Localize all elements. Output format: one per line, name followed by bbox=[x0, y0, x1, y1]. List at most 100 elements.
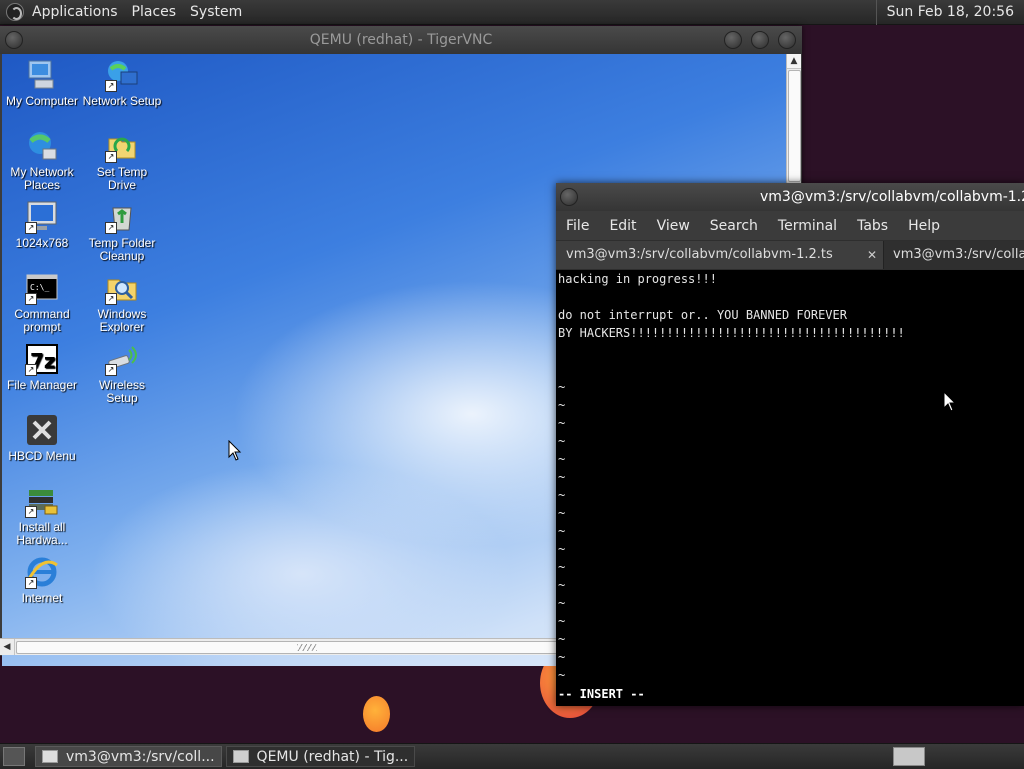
shortcut-arrow-icon: ↗ bbox=[25, 364, 37, 376]
desktop-icon-label: 1024x768 bbox=[15, 236, 69, 250]
menu-edit[interactable]: Edit bbox=[599, 218, 646, 234]
show-desktop-icon[interactable] bbox=[3, 747, 25, 766]
gnome-foot-icon bbox=[6, 3, 24, 21]
desktop-icon-windows-explorer[interactable]: ↗ Windows Explorer bbox=[82, 271, 162, 334]
terminal-titlebar[interactable]: vm3@vm3:/srv/collabvm/collabvm-1.2.ts bbox=[556, 183, 1024, 211]
temp-drive-icon: ↗ bbox=[105, 129, 139, 163]
desktop-icon-label: Temp Folder Cleanup bbox=[88, 236, 156, 263]
terminal-lines: hacking in progress!!! do not interrupt o… bbox=[558, 270, 1024, 684]
terminal-line: ~ bbox=[558, 524, 566, 538]
terminal-line: do not interrupt or.. YOU BANNED FOREVER bbox=[558, 308, 847, 322]
terminal-line: ~ bbox=[558, 596, 566, 610]
menu-help[interactable]: Help bbox=[898, 218, 950, 234]
menu-tabs[interactable]: Tabs bbox=[847, 218, 898, 234]
desktop-icon-network-setup[interactable]: ↗ Network Setup bbox=[82, 58, 162, 108]
qemu-titlebar[interactable]: QEMU (redhat) - TigerVNC bbox=[0, 26, 802, 54]
terminal-line: hacking in progress!!! bbox=[558, 272, 717, 286]
maximize-button[interactable] bbox=[751, 31, 769, 49]
terminal-icon bbox=[42, 750, 58, 763]
hardware-icon: ↗ bbox=[25, 484, 59, 518]
close-button[interactable] bbox=[778, 31, 796, 49]
tab-close-icon[interactable]: ✕ bbox=[865, 241, 879, 269]
minimize-button[interactable] bbox=[724, 31, 742, 49]
places-menu[interactable]: Places bbox=[125, 0, 184, 25]
shortcut-arrow-icon: ↗ bbox=[25, 293, 37, 305]
scroll-left-arrow-icon[interactable]: ◀ bbox=[0, 639, 15, 655]
desktop-icon-label: Install all Hardwa... bbox=[16, 520, 68, 547]
shortcut-arrow-icon: ↗ bbox=[105, 293, 117, 305]
desktop-icon-1024x768[interactable]: ↗ 1024x768 bbox=[2, 200, 82, 250]
menu-file[interactable]: File bbox=[556, 218, 599, 234]
terminal-tab-1[interactable]: vm3@vm3:/srv/collabvm/collabvm-1.2.ts ✕ bbox=[556, 241, 884, 269]
top-panel: Applications Places System Sun Feb 18, 2… bbox=[0, 0, 1024, 25]
desktop-icon-install-all-hardware[interactable]: ↗ Install all Hardwa... bbox=[2, 484, 82, 547]
taskbar-item-qemu[interactable]: QEMU (redhat) - Tig... bbox=[225, 746, 416, 767]
applications-menu[interactable]: Applications bbox=[0, 0, 125, 25]
terminal-line: BY HACKERS!!!!!!!!!!!!!!!!!!!!!!!!!!!!!!… bbox=[558, 326, 905, 340]
terminal-line: ~ bbox=[558, 560, 566, 574]
terminal-line: ~ bbox=[558, 434, 566, 448]
desktop-icon-label: My Computer bbox=[5, 94, 79, 108]
terminal-menubar: File Edit View Search Terminal Tabs Help bbox=[556, 211, 1024, 240]
shortcut-arrow-icon: ↗ bbox=[105, 364, 117, 376]
shortcut-arrow-icon: ↗ bbox=[105, 80, 117, 92]
terminal-tabbar: vm3@vm3:/srv/collabvm/collabvm-1.2.ts ✕ … bbox=[556, 241, 1024, 269]
taskbar-item-terminal[interactable]: vm3@vm3:/srv/coll... bbox=[35, 746, 222, 767]
workspace-switcher-icon[interactable] bbox=[893, 747, 925, 766]
desktop-icon-command-prompt[interactable]: C:\_ ↗ Command prompt bbox=[2, 271, 82, 334]
shortcut-arrow-icon: ↗ bbox=[105, 222, 117, 234]
scroll-grip-icon bbox=[297, 644, 317, 651]
vim-mode-status: -- INSERT -- bbox=[558, 687, 645, 701]
taskbar-item-label: vm3@vm3:/srv/coll... bbox=[66, 748, 215, 765]
menu-view[interactable]: View bbox=[647, 218, 700, 234]
terminal-line: ~ bbox=[558, 452, 566, 466]
desktop-icon-label: My Network Places bbox=[10, 165, 74, 192]
desktop-icon-label: Set Temp Drive bbox=[96, 165, 148, 192]
vnc-icon bbox=[232, 750, 249, 763]
wireless-icon: ↗ bbox=[105, 342, 139, 376]
desktop-icon-internet[interactable]: ↗ Internet bbox=[2, 555, 82, 605]
shortcut-arrow-icon: ↗ bbox=[25, 506, 37, 518]
terminal-line: ~ bbox=[558, 488, 566, 502]
tools-icon bbox=[25, 413, 59, 447]
scroll-up-arrow-icon[interactable]: ▲ bbox=[787, 54, 801, 69]
terminal-line: ~ bbox=[558, 542, 566, 556]
desktop-icon-label: File Manager bbox=[6, 378, 78, 392]
explorer-icon: ↗ bbox=[105, 271, 139, 305]
desktop-icon-file-manager[interactable]: 7z ↗ File Manager bbox=[2, 342, 82, 392]
window-menu-icon[interactable] bbox=[560, 188, 578, 206]
terminal-window: vm3@vm3:/srv/collabvm/collabvm-1.2.ts Fi… bbox=[556, 183, 1024, 706]
menu-terminal[interactable]: Terminal bbox=[768, 218, 847, 234]
horizontal-scroll-thumb[interactable] bbox=[16, 641, 588, 654]
desktop-icon-my-computer[interactable]: My Computer bbox=[2, 58, 82, 108]
window-menu-icon[interactable] bbox=[5, 31, 23, 49]
terminal-line: ~ bbox=[558, 668, 566, 682]
recycle-icon: ↗ bbox=[105, 200, 139, 234]
desktop-icon-label: Command prompt bbox=[14, 307, 70, 334]
desktop-icon-label: Windows Explorer bbox=[97, 307, 147, 334]
desktop-icon-temp-folder-cleanup[interactable]: ↗ Temp Folder Cleanup bbox=[82, 200, 162, 263]
shortcut-arrow-icon: ↗ bbox=[105, 151, 117, 163]
desktop-icon-label: HBCD Menu bbox=[8, 449, 76, 463]
system-menu[interactable]: System bbox=[183, 0, 249, 25]
terminal-tab-2[interactable]: vm3@vm3:/srv/collabvm/collabvm-1.2.ts bbox=[884, 241, 1024, 269]
desktop-icon-wireless-setup[interactable]: ↗ Wireless Setup bbox=[82, 342, 162, 405]
desktop-icon-hbcd-menu[interactable]: HBCD Menu bbox=[2, 413, 82, 463]
terminal-line: ~ bbox=[558, 632, 566, 646]
my-computer-icon bbox=[25, 58, 59, 92]
terminal-line: ~ bbox=[558, 506, 566, 520]
menu-search[interactable]: Search bbox=[700, 218, 768, 234]
svg-text:C:\_: C:\_ bbox=[30, 283, 49, 292]
clock[interactable]: Sun Feb 18, 20:56 bbox=[875, 0, 1024, 25]
vertical-scroll-thumb[interactable] bbox=[788, 70, 801, 182]
wallpaper-blob bbox=[363, 696, 390, 732]
desktop-icon-label: Internet bbox=[21, 591, 63, 605]
desktop-icon-my-network-places[interactable]: My Network Places bbox=[2, 129, 82, 192]
desktop-icon-set-temp-drive[interactable]: ↗ Set Temp Drive bbox=[82, 129, 162, 192]
desktop-icon-label: Network Setup bbox=[82, 94, 162, 108]
network-setup-icon: ↗ bbox=[105, 58, 139, 92]
terminal-output[interactable]: hacking in progress!!! do not interrupt o… bbox=[556, 270, 1024, 706]
internet-explorer-icon: ↗ bbox=[25, 555, 59, 589]
